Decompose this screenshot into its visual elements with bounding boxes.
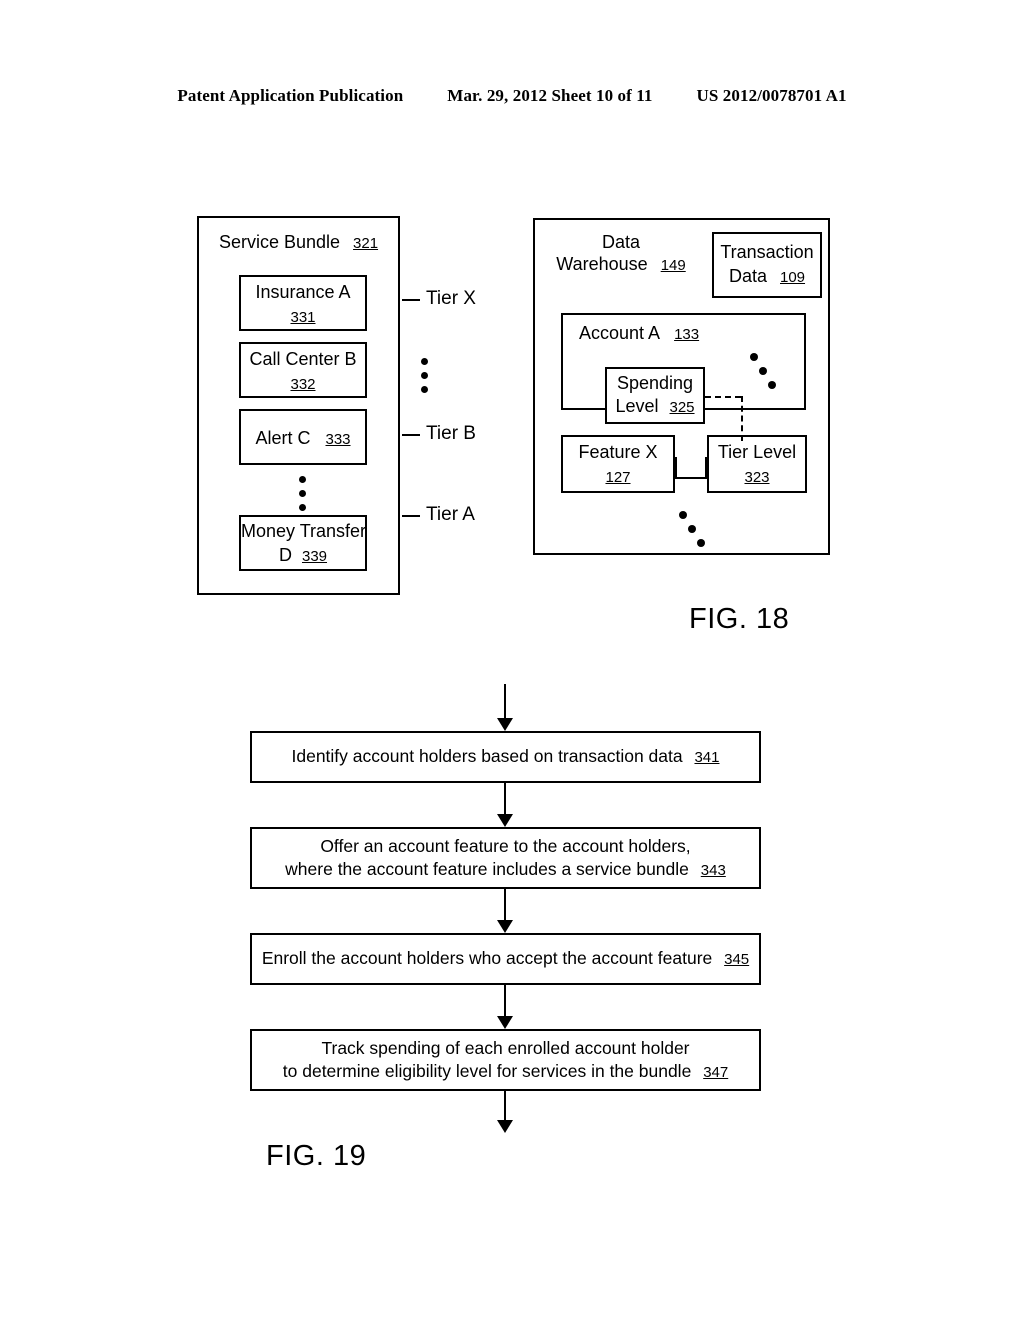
service-item-insurance-a-ref: 331 xyxy=(290,309,316,326)
figure-19-caption: FIG. 19 xyxy=(266,1140,367,1172)
data-warehouse-title-line2: Warehouse 149 xyxy=(556,254,686,274)
service-item-money-transfer-d-label: Money Transfer xyxy=(241,521,367,541)
data-warehouse-ref: 149 xyxy=(660,257,686,274)
header-publication-number: US 2012/0078701 A1 xyxy=(696,86,847,105)
account-a-ref: 133 xyxy=(674,326,700,343)
spending-to-tier-dashed-vertical xyxy=(741,396,743,441)
service-item-alert-c-ref: 333 xyxy=(325,431,351,448)
tier-b-leader-line xyxy=(402,434,420,436)
flow-entry-arrow-stem xyxy=(504,684,506,722)
header-date-sheet-label: Mar. 29, 2012 Sheet 10 of 11 xyxy=(447,86,653,105)
data-warehouse-ellipsis-icon xyxy=(679,511,719,551)
service-item-call-center-b: Call Center B 332 xyxy=(239,342,367,398)
publication-header: Patent Application Publication Mar. 29, … xyxy=(0,86,1024,106)
service-bundle-title: Service Bundle 321 xyxy=(218,232,379,252)
flow-step-1-ref: 341 xyxy=(694,749,720,766)
tier-level-box: Tier Level 323 xyxy=(707,435,807,493)
tier-b-label: Tier B xyxy=(426,423,476,444)
flow-step-2-text: Offer an account feature to the account … xyxy=(285,835,726,879)
service-item-insurance-a: Insurance A 331 xyxy=(239,275,367,331)
tier-ellipsis-icon xyxy=(421,358,428,393)
flow-exit-arrow-head xyxy=(497,1120,513,1133)
transaction-data-ref: 109 xyxy=(780,269,806,286)
tier-x-leader-line xyxy=(402,299,420,301)
flow-step-offer-account-feature: Offer an account feature to the account … xyxy=(250,827,761,889)
tier-a-label: Tier A xyxy=(426,504,475,525)
flow-step-4-ref: 347 xyxy=(703,1063,729,1081)
flow-step-enroll-account-holders: Enroll the account holders who accept th… xyxy=(250,933,761,985)
feature-x-label: Feature X xyxy=(578,442,658,462)
service-item-call-center-b-label: Call Center B xyxy=(249,349,357,369)
spending-level-line1: Spending xyxy=(616,373,694,393)
service-items-ellipsis-icon xyxy=(299,476,306,511)
flow-step-identify-account-holders: Identify account holders based on transa… xyxy=(250,731,761,783)
account-items-ellipsis-icon xyxy=(750,353,790,393)
flow-arrow-1-head xyxy=(497,814,513,827)
flow-step-3-text: Enroll the account holders who accept th… xyxy=(261,948,750,968)
transaction-data-line1: Transaction xyxy=(720,242,814,262)
flow-exit-arrow-stem xyxy=(504,1091,506,1123)
service-bundle-ref: 321 xyxy=(353,235,379,252)
service-item-insurance-a-label: Insurance A xyxy=(255,282,351,302)
feature-x-ref: 127 xyxy=(605,469,631,486)
spending-level-box: Spending Level 325 xyxy=(605,367,705,424)
transaction-data-line2: Data 109 xyxy=(728,266,806,286)
service-bundle-container: Service Bundle 321 Insurance A 331 Call … xyxy=(197,216,400,595)
flow-step-3-ref: 345 xyxy=(724,951,750,968)
flow-arrow-1-stem xyxy=(504,783,506,817)
feature-x-box: Feature X 127 xyxy=(561,435,675,493)
spending-level-line2: Level 325 xyxy=(615,396,695,416)
tier-a-leader-line xyxy=(402,515,420,517)
service-item-alert-c: Alert C 333 xyxy=(239,409,367,465)
flow-step-4-text: Track spending of each enrolled account … xyxy=(282,1037,729,1081)
service-item-call-center-b-ref: 332 xyxy=(290,376,316,393)
flow-step-1-text: Identify account holders based on transa… xyxy=(291,746,720,766)
transaction-data-box: Transaction Data 109 xyxy=(712,232,822,298)
feature-tier-connector xyxy=(675,457,707,479)
header-publication-label: Patent Application Publication xyxy=(177,86,404,105)
tier-level-ref: 323 xyxy=(744,469,770,486)
flow-arrow-2-stem xyxy=(504,889,506,923)
account-a-label: Account A 133 xyxy=(579,323,700,343)
tier-level-label: Tier Level xyxy=(717,442,797,462)
flow-arrow-2-head xyxy=(497,920,513,933)
flow-step-track-spending: Track spending of each enrolled account … xyxy=(250,1029,761,1091)
spending-to-tier-dashed-horizontal xyxy=(705,396,741,398)
tier-x-label: Tier X xyxy=(426,288,476,309)
figure-18-caption: FIG. 18 xyxy=(689,603,790,635)
service-item-alert-c-label: Alert C 333 xyxy=(255,428,351,448)
flow-arrow-3-head xyxy=(497,1016,513,1029)
flow-arrow-3-stem xyxy=(504,985,506,1019)
service-item-money-transfer-d-ref: D 339 xyxy=(278,545,328,565)
flow-step-2-ref: 343 xyxy=(700,861,726,879)
data-warehouse-title-line1: Data xyxy=(601,232,641,252)
data-warehouse-container: Data Warehouse 149 Transaction Data 109 … xyxy=(533,218,830,555)
spending-level-ref: 325 xyxy=(669,399,695,416)
flow-entry-arrow-head xyxy=(497,718,513,731)
service-item-money-transfer-d: Money Transfer D 339 xyxy=(239,515,367,571)
